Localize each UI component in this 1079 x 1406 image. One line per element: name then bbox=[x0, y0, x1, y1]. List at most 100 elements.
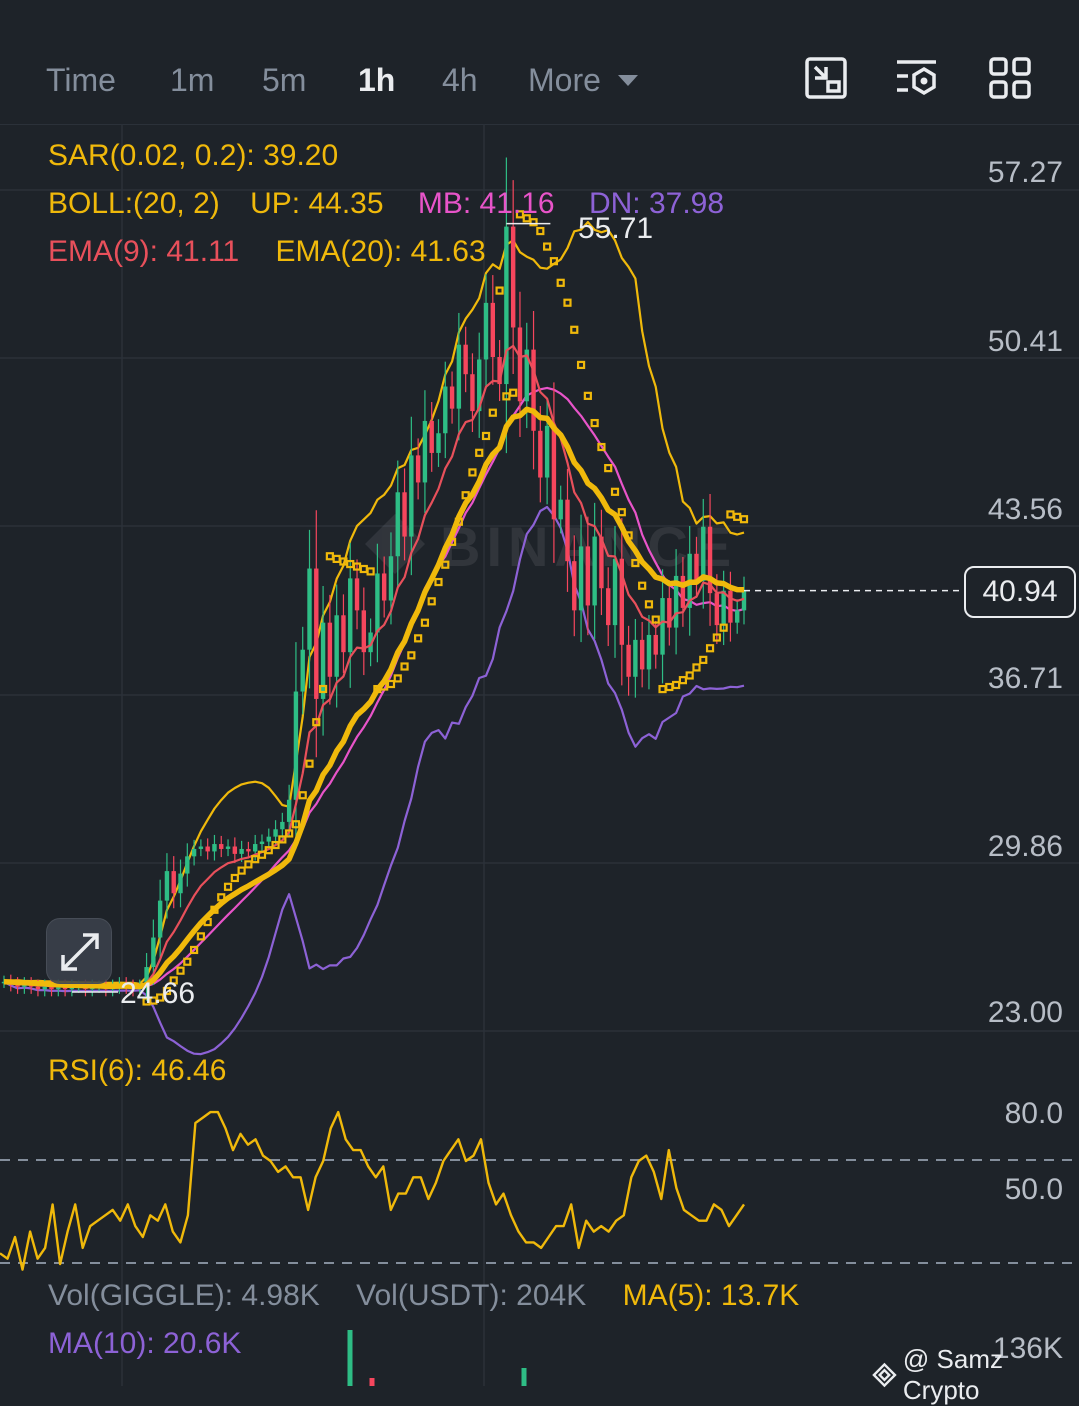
sar-dot bbox=[332, 554, 341, 564]
candle-body bbox=[646, 634, 652, 670]
candle-body bbox=[741, 590, 747, 611]
candle-body bbox=[443, 386, 448, 434]
sar-dot bbox=[556, 278, 565, 287]
low-price-label: 24.66 bbox=[120, 977, 196, 1010]
volume-bar bbox=[521, 1368, 527, 1386]
sar-dot bbox=[672, 680, 681, 690]
volume-bars bbox=[347, 1330, 527, 1386]
sar-dot bbox=[488, 408, 497, 417]
candle-body bbox=[273, 829, 278, 837]
price-axis-label: 23.00 bbox=[987, 996, 1063, 1029]
price-axis-label: 57.27 bbox=[987, 156, 1063, 189]
sar-dot bbox=[461, 491, 470, 500]
sar-dot bbox=[570, 325, 579, 334]
candle-body bbox=[735, 610, 740, 623]
current-price-tag[interactable]: 40.94 bbox=[964, 566, 1076, 618]
candle-body bbox=[633, 639, 638, 677]
sar-dot bbox=[407, 651, 416, 660]
volume-legend: Vol(GIGGLE): 4.98K Vol(USDT): 204K MA(5)… bbox=[48, 1278, 799, 1314]
candle-body bbox=[205, 846, 210, 852]
sar-dot bbox=[386, 679, 396, 689]
vol-ma5-value: MA(5): 13.7K bbox=[622, 1279, 800, 1312]
sar-dot bbox=[237, 866, 246, 875]
sar-dot bbox=[203, 917, 212, 927]
expand-icon bbox=[61, 933, 99, 971]
candle-body bbox=[415, 455, 421, 483]
fullscreen-button[interactable] bbox=[46, 918, 112, 984]
rsi-line bbox=[0, 1110, 745, 1271]
sar-dot bbox=[495, 286, 504, 295]
candle-body bbox=[572, 561, 577, 611]
sar-dot bbox=[217, 893, 226, 902]
sar-dot bbox=[739, 515, 749, 524]
candle-body bbox=[151, 937, 156, 968]
rsi-legend: RSI(6): 46.46 bbox=[48, 1054, 227, 1087]
candle-body bbox=[436, 433, 441, 453]
vol-ma10-value: MA(10): 20.6K bbox=[48, 1327, 242, 1360]
candle-body bbox=[653, 634, 658, 655]
candle-body bbox=[449, 386, 455, 409]
sar-dot bbox=[230, 873, 239, 883]
sar-dot bbox=[380, 682, 389, 691]
boll-upper-line bbox=[3, 221, 745, 986]
high-price-label: 55.71 bbox=[578, 212, 654, 245]
candle-body bbox=[531, 349, 536, 431]
sar-dot bbox=[665, 682, 674, 692]
sar-dot bbox=[183, 957, 192, 966]
sar-dot bbox=[644, 600, 654, 609]
ema-legend: EMA(9): 41.11 EMA(20): 41.63 bbox=[48, 234, 486, 270]
candle-body bbox=[375, 573, 380, 633]
candle-body bbox=[280, 821, 285, 830]
sar-dot bbox=[678, 676, 687, 685]
candlesticks bbox=[1, 157, 747, 1001]
price-axis-label: 43.56 bbox=[987, 493, 1063, 526]
sar-dot bbox=[610, 487, 620, 496]
sar-dot bbox=[325, 552, 334, 561]
candle-body bbox=[714, 593, 720, 626]
candle-body bbox=[252, 844, 258, 852]
sar-dot bbox=[705, 644, 715, 653]
candle-body bbox=[606, 588, 611, 626]
candle-body bbox=[538, 430, 543, 478]
candle-body bbox=[517, 327, 523, 402]
candle-body bbox=[483, 302, 489, 360]
sar-dot bbox=[427, 597, 436, 606]
candle-body bbox=[701, 526, 706, 581]
sar-dot bbox=[414, 634, 423, 643]
candle-body bbox=[354, 578, 360, 611]
candle-body bbox=[198, 846, 204, 849]
sar-dot bbox=[692, 663, 701, 672]
binance-watermark: BINANCE bbox=[365, 514, 731, 578]
sar-dot bbox=[563, 298, 572, 307]
ema-lines bbox=[3, 344, 745, 990]
candle-body bbox=[185, 856, 190, 874]
price-axis-label: 36.71 bbox=[987, 662, 1063, 695]
sar-dot bbox=[658, 684, 667, 694]
ema20-value: EMA(20): 41.63 bbox=[275, 235, 486, 268]
candle-body bbox=[300, 649, 305, 692]
sar-dot bbox=[305, 759, 314, 768]
candle-body bbox=[191, 848, 197, 857]
candle-body bbox=[341, 615, 346, 653]
boll-lower-line bbox=[3, 505, 745, 1056]
candle-body bbox=[307, 568, 312, 650]
candle-body bbox=[334, 615, 339, 677]
sar-dot bbox=[699, 655, 708, 664]
candle-body bbox=[510, 226, 516, 328]
candle-body bbox=[219, 844, 224, 849]
sar-dot bbox=[475, 448, 484, 457]
candle-body bbox=[239, 848, 244, 854]
candle-body bbox=[585, 546, 591, 606]
sar-legend: SAR(0.02, 0.2): 39.20 bbox=[48, 139, 339, 172]
binance-logo-icon bbox=[872, 1362, 897, 1388]
sar-dot bbox=[638, 581, 647, 590]
candle-body bbox=[402, 492, 407, 537]
candle-body bbox=[578, 546, 584, 611]
candle-body bbox=[293, 691, 299, 800]
watermark-text: @ Samz Crypto bbox=[902, 1344, 1003, 1405]
sar-dot bbox=[536, 226, 545, 236]
sar-dot bbox=[420, 618, 430, 627]
hi-lo-markers bbox=[72, 222, 962, 993]
sar-dot bbox=[244, 860, 253, 869]
candle-body bbox=[381, 573, 387, 601]
